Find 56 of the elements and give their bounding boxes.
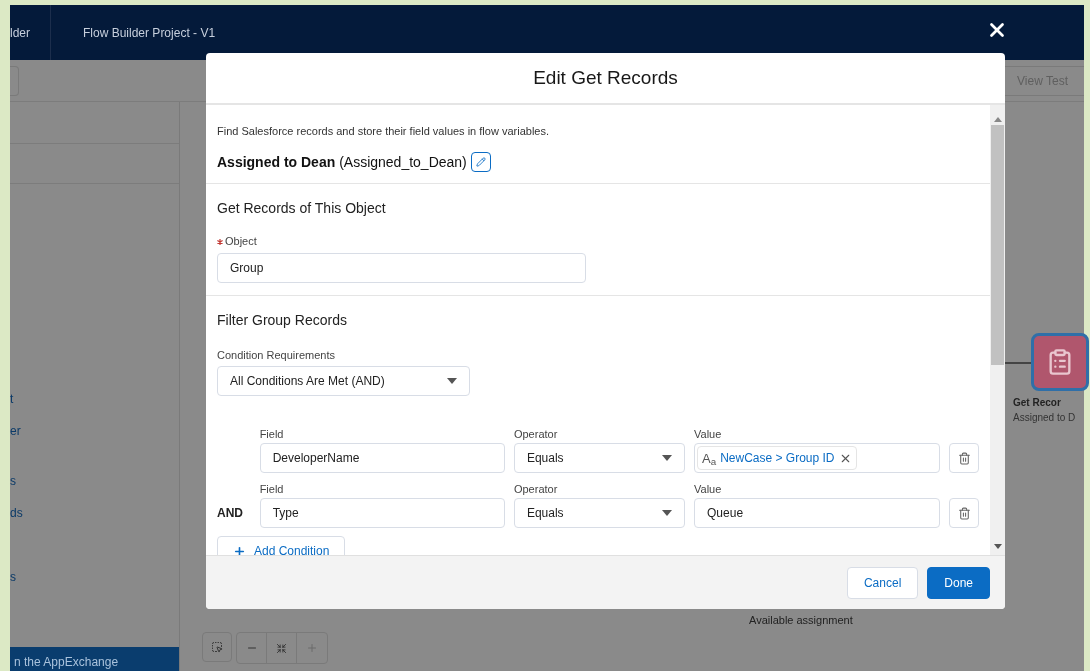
- section-title: Get Records of This Object: [217, 198, 387, 218]
- get-records-node[interactable]: [1031, 333, 1089, 391]
- object-label: Object: [217, 232, 979, 250]
- app-name: lder: [10, 5, 51, 60]
- plus-icon: [306, 642, 318, 654]
- scroll-down-arrow-icon[interactable]: [993, 544, 1002, 549]
- object-input[interactable]: Group: [217, 252, 586, 283]
- resource-path: NewCase > Group ID: [720, 450, 835, 468]
- operator-label: Operator: [513, 482, 559, 496]
- value-label: Value: [694, 427, 723, 441]
- condition-requirements-select[interactable]: All Conditions Are Met (AND): [217, 366, 470, 397]
- dialog-description: Find Salesforce records and store their field values in flow variables.: [217, 124, 550, 139]
- dropdown-arrow-icon: [447, 378, 457, 385]
- select-tool-button[interactable]: [202, 632, 232, 662]
- assignment-label: Available assignment: [749, 613, 853, 628]
- sidebar-item[interactable]: t: [10, 392, 179, 406]
- connector-line: [1005, 362, 1033, 364]
- element-name: Assigned to Dean (Assigned_to_Dean): [217, 152, 467, 172]
- sidebar-item[interactable]: er: [10, 424, 179, 438]
- delete-button[interactable]: [949, 498, 979, 529]
- selection-icon: [211, 641, 223, 653]
- scroll-up-arrow-icon[interactable]: [993, 117, 1002, 122]
- node-label: Assigned to D: [1013, 411, 1076, 425]
- value-label: Value: [694, 482, 723, 496]
- shrink-arrows-icon: [276, 642, 287, 654]
- text-type-icon: A$_{a}$: [702, 451, 717, 465]
- node-title: Get Recor: [1013, 396, 1061, 410]
- dropdown-arrow-icon: [662, 510, 673, 517]
- field-input[interactable]: Type: [259, 498, 505, 529]
- trash-icon: [957, 451, 971, 465]
- appexchange-link[interactable]: n the AppExchange: [10, 647, 179, 671]
- sidebar-item[interactable]: ds: [10, 506, 179, 520]
- sidebar-item[interactable]: s: [10, 570, 179, 584]
- cancel-button[interactable]: Cancel: [846, 566, 919, 599]
- operator-select[interactable]: Equals: [513, 498, 686, 529]
- trash-icon: [957, 506, 971, 520]
- value-input[interactable]: Queue: [694, 498, 941, 529]
- section-title: Filter Group Records: [217, 310, 348, 330]
- operator-select[interactable]: Equals: [513, 443, 686, 474]
- sidebar-item[interactable]: s: [10, 474, 179, 488]
- delete-button[interactable]: [949, 443, 979, 474]
- dialog-title: Edit Get Records: [533, 65, 678, 90]
- operator-label: Operator: [513, 427, 559, 441]
- resource-pill[interactable]: A$_{a}$ NewCase > Group ID: [697, 446, 857, 471]
- condition-requirements-label: Condition Requirements: [217, 347, 336, 363]
- scrollbar-thumb[interactable]: [991, 125, 1004, 365]
- edit-button[interactable]: [470, 152, 491, 172]
- value-input[interactable]: A$_{a}$ NewCase > Group ID: [694, 443, 941, 474]
- field-label: Field: [259, 427, 285, 441]
- project-title: Flow Builder Project - V1: [82, 24, 216, 42]
- pencil-icon: [475, 157, 486, 167]
- field-input[interactable]: DeveloperName: [259, 443, 505, 474]
- dropdown-arrow-icon: [662, 455, 673, 462]
- done-button[interactable]: Done: [927, 566, 990, 599]
- field-label: Field: [259, 482, 285, 496]
- logic-label: AND: [217, 505, 243, 523]
